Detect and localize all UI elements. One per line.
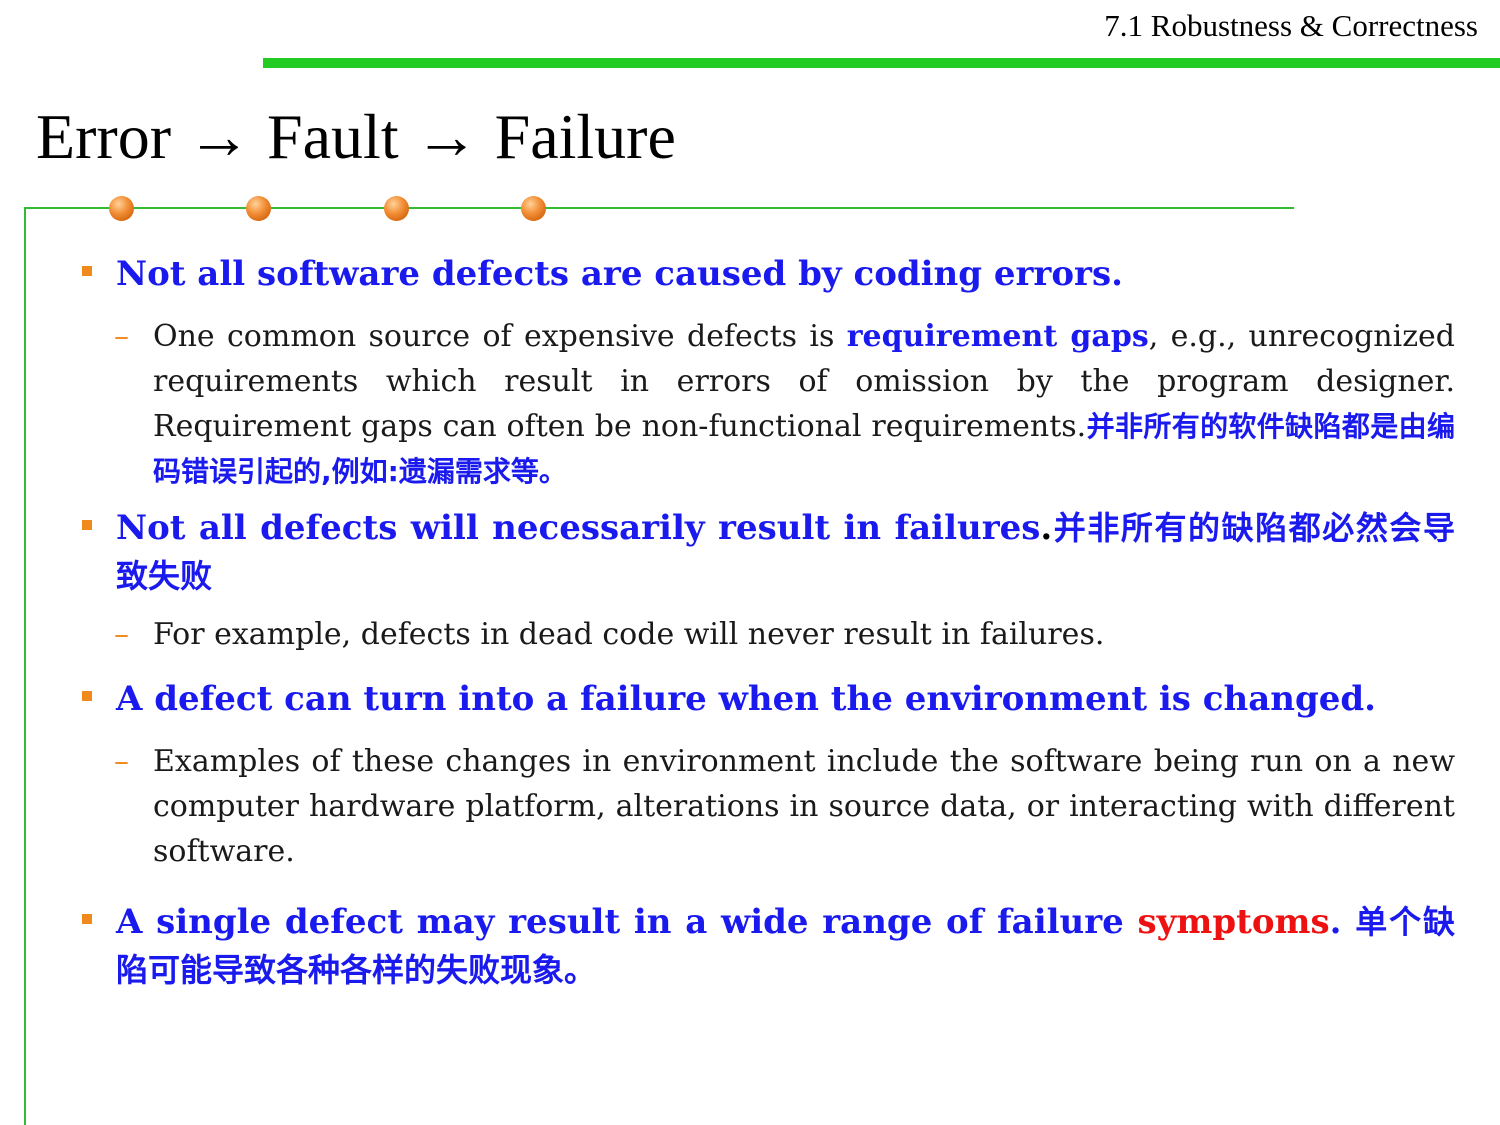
sub-bullet-3-text: Examples of these changes in environment… bbox=[153, 744, 1455, 869]
bullet-2: Not all defects will necessarily result … bbox=[80, 504, 1455, 600]
slide-body: Not all software defects are caused by c… bbox=[80, 250, 1455, 994]
bullet-2-text: Not all defects will necessarily result … bbox=[116, 508, 1041, 548]
bullet-4-punct: . bbox=[1329, 902, 1356, 942]
bullet-3: A defect can turn into a failure when th… bbox=[80, 675, 1455, 723]
bullet-2-punct: . bbox=[1040, 508, 1053, 548]
dash-bullet-icon: – bbox=[114, 319, 129, 354]
decor-dot-2 bbox=[246, 196, 271, 221]
sub-bullet-3: – Examples of these changes in environme… bbox=[80, 739, 1455, 874]
square-bullet-icon bbox=[82, 691, 92, 701]
square-bullet-icon bbox=[82, 520, 92, 530]
sub-bullet-1-text: One common source of expensive defects i… bbox=[153, 319, 847, 354]
bullet-4: A single defect may result in a wide ran… bbox=[80, 898, 1455, 994]
sub-bullet-2: – For example, defects in dead code will… bbox=[80, 612, 1455, 657]
symptoms-highlight: symptoms bbox=[1137, 902, 1330, 942]
decor-dot-3 bbox=[384, 196, 409, 221]
requirement-gaps-highlight: requirement gaps bbox=[846, 319, 1149, 354]
sub-bullet-1: – One common source of expensive defects… bbox=[80, 314, 1455, 494]
frame-top-line bbox=[24, 207, 1294, 209]
section-label: 7.1 Robustness & Correctness bbox=[1104, 8, 1478, 43]
bullet-1: Not all software defects are caused by c… bbox=[80, 250, 1455, 298]
header-rule bbox=[263, 58, 1500, 68]
square-bullet-icon bbox=[82, 914, 92, 924]
bullet-1-text: Not all software defects are caused by c… bbox=[116, 254, 1123, 294]
frame-left-line bbox=[24, 207, 26, 1125]
decor-dot-4 bbox=[521, 196, 546, 221]
dash-bullet-icon: – bbox=[114, 744, 129, 779]
square-bullet-icon bbox=[82, 266, 92, 276]
slide-title: Error → Fault → Failure bbox=[36, 101, 676, 172]
sub-bullet-2-text: For example, defects in dead code will n… bbox=[153, 617, 1105, 652]
decor-dot-1 bbox=[109, 196, 134, 221]
bullet-4-text: A single defect may result in a wide ran… bbox=[116, 902, 1138, 942]
dash-bullet-icon: – bbox=[114, 617, 129, 652]
bullet-3-text: A defect can turn into a failure when th… bbox=[116, 679, 1376, 719]
